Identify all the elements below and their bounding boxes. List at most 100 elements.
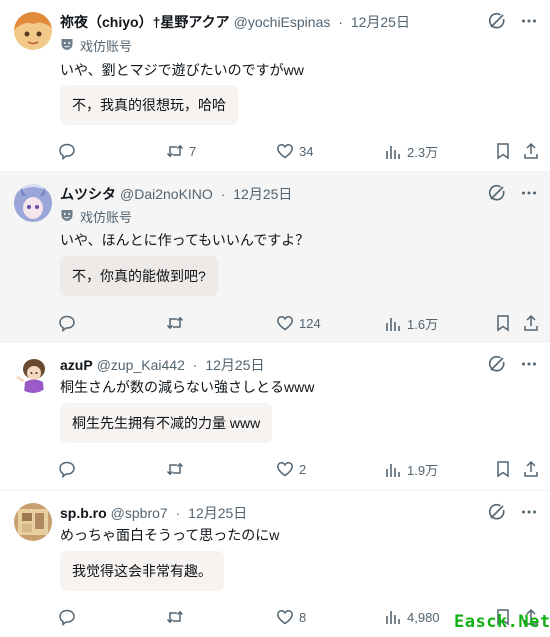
user-handle[interactable]: @spbro7 (111, 505, 168, 521)
translation-box: 桐生先生拥有不减的力量 www (60, 403, 273, 443)
grok-icon[interactable] (488, 503, 506, 521)
action-bar: 124 1.6万 (58, 314, 542, 334)
post-text: めっちゃ面白そうって思ったのにw (60, 527, 280, 543)
reply-button[interactable] (58, 314, 81, 332)
display-name[interactable]: sp.b.ro (60, 505, 107, 521)
views-chart-icon (384, 608, 402, 626)
provenance-label: 戏仿账号 (60, 207, 132, 226)
more-icon[interactable] (520, 184, 538, 202)
bookmark-icon (494, 460, 512, 478)
translation-box: 我觉得这会非常有趣。 (60, 551, 224, 591)
translation-box: 不，你真的能做到吧? (60, 256, 218, 296)
post-header: azuP @zup_Kai442 · 12月25日 (60, 355, 480, 375)
views-button[interactable]: 2.3万 (384, 142, 438, 161)
reply-button[interactable] (58, 608, 81, 626)
share-icon (522, 314, 540, 332)
views-button[interactable]: 1.9万 (384, 460, 438, 479)
heart-icon (276, 142, 294, 160)
post-header-actions (488, 12, 538, 30)
share-button[interactable] (522, 314, 540, 332)
display-name[interactable]: 祢夜（chiyo）†星野アクア (60, 14, 230, 30)
post-header-actions (488, 355, 538, 373)
like-button[interactable]: 2 (276, 460, 306, 478)
post-header: sp.b.ro @spbro7 · 12月25日 (60, 503, 480, 523)
views-chart-icon (384, 143, 402, 161)
display-name[interactable]: ムツシタ (60, 186, 116, 202)
parody-mask-icon (60, 37, 74, 54)
like-count: 124 (299, 315, 321, 331)
share-button[interactable] (522, 460, 540, 478)
reply-button[interactable] (58, 460, 81, 478)
repost-icon (166, 142, 184, 160)
grok-icon[interactable] (488, 12, 506, 30)
post-date[interactable]: 12月25日 (188, 505, 247, 521)
avatar[interactable] (14, 12, 52, 50)
post-date[interactable]: 12月25日 (205, 357, 264, 373)
heart-icon (276, 608, 294, 626)
repost-button[interactable] (166, 608, 189, 626)
provenance-label: 戏仿账号 (60, 36, 132, 55)
like-count: 2 (299, 461, 307, 477)
repost-icon (166, 460, 184, 478)
post-date[interactable]: 12月25日 (351, 14, 410, 30)
bookmark-icon (494, 142, 512, 160)
display-name[interactable]: azuP (60, 357, 93, 373)
reply-icon (58, 608, 76, 626)
user-handle[interactable]: @yochiEspinas (234, 14, 331, 30)
user-handle[interactable]: @zup_Kai442 (97, 357, 185, 373)
separator: · (175, 505, 181, 521)
like-count: 8 (299, 609, 307, 625)
more-icon[interactable] (520, 503, 538, 521)
post-text: いや、ほんとに作ってもいいんですよ？ (60, 232, 310, 248)
reply-icon (58, 314, 76, 332)
avatar[interactable] (14, 355, 52, 393)
separator: · (338, 14, 343, 30)
repost-icon (166, 608, 184, 626)
user-handle[interactable]: @Dai2noKINO (120, 186, 213, 202)
avatar[interactable] (14, 184, 52, 222)
post-header-actions (488, 184, 538, 202)
provenance-text: 戏仿账号 (80, 39, 133, 54)
like-button[interactable]: 124 (276, 314, 321, 332)
views-count: 4,980 (407, 609, 440, 625)
views-button[interactable]: 1.6万 (384, 314, 438, 333)
bookmark-button[interactable] (494, 142, 512, 160)
action-bar: 7 34 2.3万 (58, 142, 542, 162)
separator: · (192, 357, 198, 373)
repost-icon (166, 314, 184, 332)
grok-icon[interactable] (488, 355, 506, 373)
bookmark-icon (494, 314, 512, 332)
more-icon[interactable] (520, 355, 538, 373)
repost-button[interactable] (166, 314, 189, 332)
post-date[interactable]: 12月25日 (233, 186, 292, 202)
heart-icon (276, 460, 294, 478)
views-button[interactable]: 4,980 (384, 608, 440, 626)
post[interactable]: 祢夜（chiyo）†星野アクア @yochiEspinas · 12月25日 戏仿… (0, 0, 550, 172)
post[interactable]: azuP @zup_Kai442 · 12月25日 桐生さんが数の減らない強さしと… (0, 343, 550, 491)
reply-button[interactable] (58, 142, 81, 160)
share-icon (522, 142, 540, 160)
bookmark-button[interactable] (494, 460, 512, 478)
more-icon[interactable] (520, 12, 538, 30)
views-count: 1.9万 (407, 463, 439, 478)
post-header: 祢夜（chiyo）†星野アクア @yochiEspinas · 12月25日 (60, 12, 480, 32)
separator: · (220, 186, 226, 202)
share-button[interactable] (522, 142, 540, 160)
repost-button[interactable]: 7 (166, 142, 196, 160)
share-icon (522, 460, 540, 478)
post-text: 桐生さんが数の減らない強さしとるwww (60, 379, 315, 395)
views-count: 1.6万 (407, 317, 439, 332)
bookmark-button[interactable] (494, 314, 512, 332)
post-header: ムツシタ @Dai2noKINO · 12月25日 (60, 184, 480, 204)
post[interactable]: ムツシタ @Dai2noKINO · 12月25日 戏仿账号 いや、ほんとに作って… (0, 172, 550, 343)
avatar[interactable] (14, 503, 52, 541)
repost-button[interactable] (166, 460, 189, 478)
like-button[interactable]: 8 (276, 608, 306, 626)
like-button[interactable]: 34 (276, 142, 313, 160)
repost-count: 7 (189, 143, 197, 159)
views-chart-icon (384, 315, 402, 333)
grok-icon[interactable] (488, 184, 506, 202)
translation-box: 不，我真的很想玩，哈哈 (60, 85, 238, 125)
action-bar: 2 1.9万 (58, 460, 542, 480)
heart-icon (276, 314, 294, 332)
